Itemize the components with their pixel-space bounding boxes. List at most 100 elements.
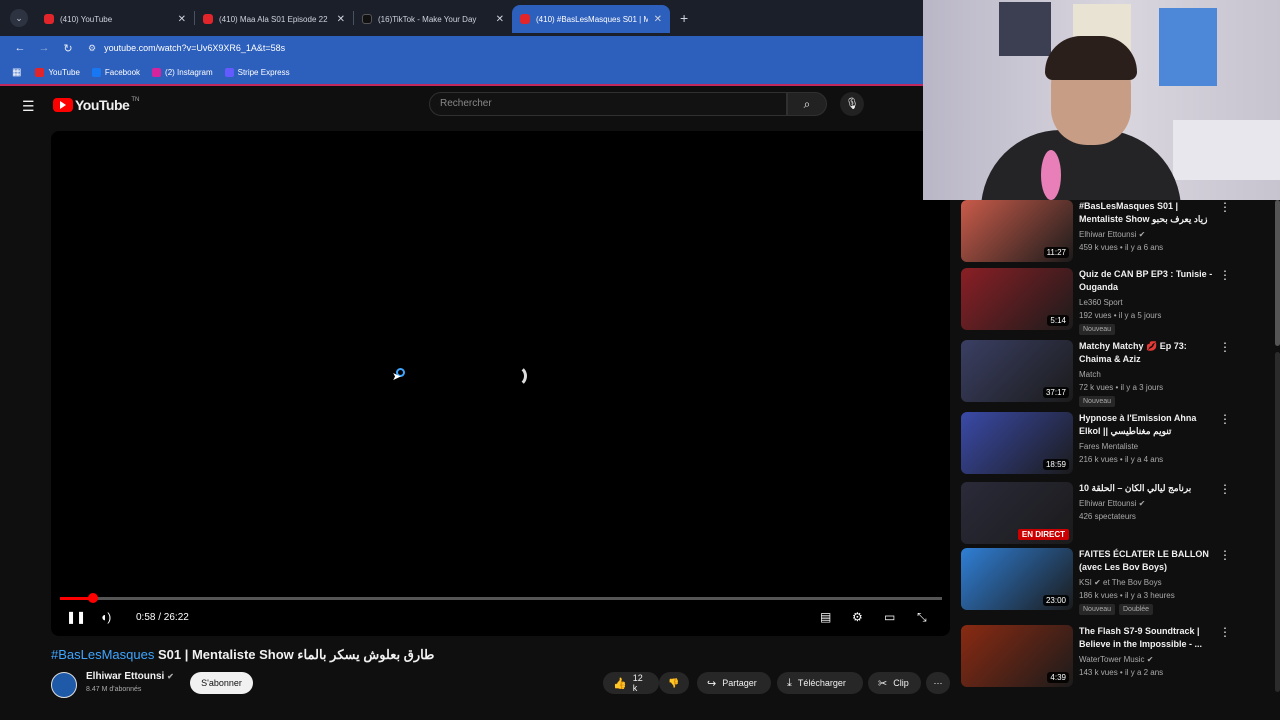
recommendation-item[interactable]: 37:17 Matchy Matchy 💋 Ep 73: Chaima & Azi… <box>961 340 1251 407</box>
recommendation-thumbnail[interactable]: 37:17 <box>961 340 1073 402</box>
recommendation-item[interactable]: 23:00 FAITES ÉCLATER LE BALLON (avec Les … <box>961 548 1251 615</box>
recommendation-item[interactable]: 18:59 Hypnose à l'Emission Ahna Elkol || … <box>961 412 1251 476</box>
more-icon[interactable]: ⋮ <box>1219 412 1231 426</box>
subscribe-button[interactable]: S'abonner <box>190 672 253 694</box>
forward-icon[interactable]: → <box>32 42 56 54</box>
recommendation-channel[interactable]: Le360 Sport <box>1079 298 1123 307</box>
youtube-logo[interactable]: YouTube TN <box>53 97 139 113</box>
new-badge: Nouveau <box>1079 324 1116 335</box>
recommendation-thumbnail[interactable]: 11:27 <box>961 200 1073 262</box>
more-icon[interactable]: ⋮ <box>1219 548 1231 562</box>
url-field[interactable]: ⚙ youtube.com/watch?v=Uv6X9XR6_1A&t=58s <box>88 43 285 54</box>
browser-tab-title: (410) YouTube <box>60 14 113 24</box>
site-info-icon[interactable]: ⚙ <box>88 43 96 54</box>
recommendation-thumbnail[interactable]: 23:00 <box>961 548 1073 610</box>
menu-icon[interactable]: ☰ <box>22 98 35 115</box>
channel-avatar[interactable] <box>51 672 77 698</box>
bookmark-instagram[interactable]: (2) Instagram <box>152 67 213 77</box>
chevron-down-icon[interactable]: ⌄ <box>10 9 28 27</box>
new-tab-icon[interactable]: + <box>680 10 688 26</box>
browser-tab-active[interactable]: (410) #BasLesMasques S01 | M ✕ <box>512 5 670 33</box>
bookmark-stripe[interactable]: Stripe Express <box>224 67 290 77</box>
download-button[interactable]: ⤓ Télécharger <box>777 672 863 694</box>
recommendation-thumbnail[interactable]: 5:14 <box>961 268 1073 330</box>
close-icon[interactable]: ✕ <box>496 14 504 25</box>
more-icon[interactable]: ⋮ <box>1219 200 1231 214</box>
duration-badge: 37:17 <box>1042 387 1069 398</box>
settings-icon[interactable]: ⚙ <box>852 610 863 624</box>
recommendation-title[interactable]: #BasLesMasques S01 | Mentaliste Show زيا… <box>1079 200 1213 226</box>
recommendation-item[interactable]: EN DIRECT برنامج ليالي الكان – الحلقة 10 E… <box>961 482 1251 546</box>
recommendation-item[interactable]: 4:39 The Flash S7-9 Soundtrack | Believe … <box>961 625 1251 689</box>
search-input[interactable]: Rechercher <box>429 92 787 116</box>
recommendation-title[interactable]: Hypnose à l'Emission Ahna Elkol || تنويم… <box>1079 412 1213 438</box>
dislike-button[interactable]: 👎 <box>659 672 689 694</box>
live-badge: EN DIRECT <box>1017 529 1069 540</box>
dubbed-badge: Doublée <box>1119 604 1154 615</box>
recommendation-item[interactable]: 5:14 Quiz de CAN BP EP3 : Tunisie - Ougan… <box>961 268 1251 335</box>
progress-bar[interactable] <box>60 593 942 603</box>
more-icon[interactable]: ⋮ <box>1219 340 1231 354</box>
like-button[interactable]: 👍 12 k <box>603 672 659 694</box>
video-title: #BasLesMasques S01 | Mentaliste Show طار… <box>51 647 434 663</box>
bookmark-facebook[interactable]: Facebook <box>91 67 140 77</box>
reload-icon[interactable]: ↻ <box>56 42 80 55</box>
recommendation-channel[interactable]: Elhiwar Ettounsi ✔ <box>1079 230 1145 239</box>
close-icon[interactable]: ✕ <box>654 14 662 25</box>
duration-badge: 5:14 <box>1047 315 1069 326</box>
more-icon[interactable]: ⋮ <box>1219 268 1231 282</box>
youtube-icon <box>35 67 45 77</box>
recommendation-title[interactable]: FAITES ÉCLATER LE BALLON (avec Les Bov B… <box>1079 548 1213 574</box>
subtitles-icon[interactable]: ▤ <box>820 610 831 624</box>
back-icon[interactable]: ← <box>8 42 32 54</box>
recommendation-channel[interactable]: Fares Mentaliste <box>1079 442 1138 451</box>
search-icon[interactable]: ⌕ <box>787 92 827 116</box>
video-player[interactable] <box>51 131 950 636</box>
facebook-icon <box>91 67 101 77</box>
progress-scrubber[interactable] <box>87 593 98 603</box>
close-icon[interactable]: ✕ <box>178 14 186 25</box>
recommendation-title[interactable]: Quiz de CAN BP EP3 : Tunisie - Ouganda <box>1079 268 1213 294</box>
clip-button[interactable]: ✂ Clip <box>868 672 921 694</box>
scrollbar-track[interactable] <box>1275 352 1280 692</box>
pause-icon[interactable]: ❚❚ <box>66 610 86 624</box>
recommendation-meta: 459 k vues • il y a 6 ans <box>1079 243 1164 252</box>
browser-tab[interactable]: (16)TikTok - Make Your Day ✕ <box>354 5 512 33</box>
more-actions-button[interactable]: ⋯ <box>926 672 950 694</box>
miniplayer-icon[interactable]: ▭ <box>884 610 895 624</box>
hashtag-link[interactable]: #BasLesMasques <box>51 647 154 662</box>
wall-poster <box>1159 8 1217 86</box>
fullscreen-icon[interactable]: ⤡ <box>917 610 927 625</box>
recommendation-channel[interactable]: Elhiwar Ettounsi ✔ <box>1079 499 1145 508</box>
youtube-favicon-icon <box>44 14 54 24</box>
recommendation-item[interactable]: 11:27 #BasLesMasques S01 | Mentaliste Sho… <box>961 200 1251 264</box>
verified-icon: ✔ <box>167 672 174 681</box>
browser-tab[interactable]: (410) Maa Ala S01 Episode 22 ✕ <box>195 5 353 33</box>
recommendation-title[interactable]: Matchy Matchy 💋 Ep 73: Chaima & Aziz <box>1079 340 1213 366</box>
channel-name[interactable]: Elhiwar Ettounsi ✔ <box>86 671 174 682</box>
youtube-logo-icon <box>53 98 73 112</box>
recommendation-channel[interactable]: WaterTower Music ✔ <box>1079 655 1153 664</box>
clip-icon: ✂ <box>878 677 888 690</box>
apps-grid-icon[interactable]: ▦ <box>12 67 21 78</box>
more-icon[interactable]: ⋮ <box>1219 625 1231 639</box>
mouse-cursor-icon: ➤ <box>392 371 402 383</box>
recommendation-title[interactable]: برنامج ليالي الكان – الحلقة 10 <box>1079 482 1213 495</box>
dislike-icon: 👎 <box>668 677 680 688</box>
browser-tab[interactable]: (410) YouTube ✕ <box>36 5 194 33</box>
volume-icon[interactable]: ◖) <box>100 610 111 624</box>
recommendation-channel[interactable]: Match <box>1079 370 1101 379</box>
close-icon[interactable]: ✕ <box>337 14 345 25</box>
recommendation-title[interactable]: The Flash S7-9 Soundtrack | Believe in t… <box>1079 625 1213 651</box>
time-display: 0:58 / 26:22 <box>136 612 189 623</box>
scrollbar-thumb[interactable] <box>1275 200 1280 346</box>
mic-icon[interactable]: 🎙 <box>840 92 864 116</box>
bookmark-youtube[interactable]: YouTube <box>35 67 80 77</box>
recommendation-channel[interactable]: KSI ✔ et The Bov Boys <box>1079 578 1162 587</box>
recommendation-meta: 143 k vues • il y a 2 ans <box>1079 668 1164 677</box>
recommendation-thumbnail[interactable]: 4:39 <box>961 625 1073 687</box>
recommendation-thumbnail[interactable]: 18:59 <box>961 412 1073 474</box>
share-button[interactable]: ↪ Partager <box>697 672 771 694</box>
recommendation-thumbnail[interactable]: EN DIRECT <box>961 482 1073 544</box>
more-icon[interactable]: ⋮ <box>1219 482 1231 496</box>
